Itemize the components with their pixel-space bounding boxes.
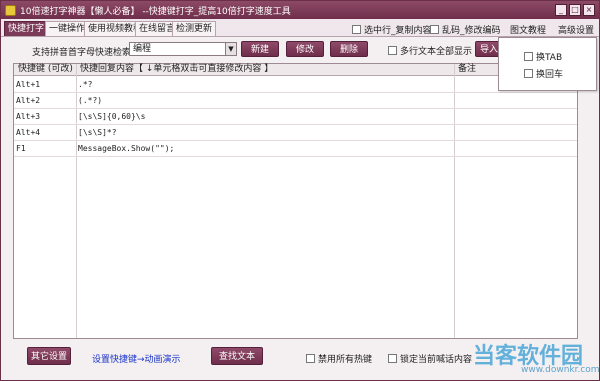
category-select[interactable]: 编程 ▼ bbox=[129, 42, 237, 56]
hotkey-cell[interactable]: Alt+2 bbox=[16, 93, 40, 109]
hotkey-cell[interactable]: Alt+3 bbox=[16, 109, 40, 125]
tab-bar: 快捷打字 一键操作 使用视频教程 在线留言 检测更新 选中行_复制内容 乱码_修… bbox=[1, 19, 599, 37]
header-hotkey: 快捷键 (可改) bbox=[18, 64, 73, 74]
table-row[interactable]: Alt+2 (.*?) bbox=[14, 93, 577, 109]
hotkey-cell[interactable]: Alt+1 bbox=[16, 77, 40, 93]
table-header: 快捷键 (可改) 快捷回复内容【 ↓单元格双击可直接修改内容 】 备注 bbox=[14, 64, 577, 76]
minimize-button[interactable]: _ bbox=[555, 4, 567, 16]
checkbox[interactable] bbox=[306, 354, 315, 363]
garble-option[interactable]: 乱码_修改编码 bbox=[430, 23, 501, 36]
tab-one-click[interactable]: 一键操作 bbox=[45, 21, 90, 36]
app-window: 10倍速打字神器【懒人必备】 --快捷键打字_提高10倍打字速度工具 _ □ ×… bbox=[0, 0, 600, 381]
watermark-url: www.downkr.com bbox=[521, 365, 600, 375]
find-text-button[interactable]: 查找文本 bbox=[211, 347, 263, 365]
search-label: 支持拼音首字母快速检索→ bbox=[32, 48, 139, 58]
switch-tab-option[interactable]: 换TAB bbox=[524, 50, 562, 63]
checkbox[interactable] bbox=[524, 52, 533, 61]
switch-enter-option[interactable]: 换回车 bbox=[524, 67, 563, 80]
content-cell[interactable]: (.*?) bbox=[78, 93, 102, 109]
table-row[interactable]: Alt+4 [\s\S]*? bbox=[14, 125, 577, 141]
chevron-down-icon[interactable]: ▼ bbox=[225, 43, 236, 55]
new-button[interactable]: 新建 bbox=[241, 41, 279, 57]
checkbox[interactable] bbox=[524, 69, 533, 78]
app-logo-icon bbox=[5, 4, 16, 16]
multiline-option[interactable]: 多行文本全部显示 bbox=[388, 44, 472, 57]
table-row[interactable]: F1 MessageBox.Show(""); bbox=[14, 141, 577, 157]
tutorial-link[interactable]: 图文教程 bbox=[510, 23, 546, 36]
window-title: 10倍速打字神器【懒人必备】 --快捷键打字_提高10倍打字速度工具 bbox=[20, 6, 291, 17]
checkbox[interactable] bbox=[388, 46, 397, 55]
content-cell[interactable]: [\s\S]*? bbox=[78, 125, 117, 141]
title-bar: 10倍速打字神器【懒人必备】 --快捷键打字_提高10倍打字速度工具 _ □ × bbox=[1, 1, 599, 19]
tab-check-update[interactable]: 检测更新 bbox=[172, 21, 217, 36]
checkbox[interactable] bbox=[430, 25, 439, 34]
window-controls: _ □ × bbox=[555, 4, 595, 16]
tab-quick-typing[interactable]: 快捷打字 bbox=[4, 21, 49, 36]
hotkey-cell[interactable]: F1 bbox=[16, 141, 26, 157]
edit-button[interactable]: 修改 bbox=[286, 41, 324, 57]
table-row[interactable]: Alt+1 .*? bbox=[14, 77, 577, 93]
header-content: 快捷回复内容【 ↓单元格双击可直接修改内容 】 bbox=[80, 64, 274, 74]
advanced-settings-link[interactable]: 高级设置 bbox=[558, 23, 594, 36]
header-note: 备注 bbox=[458, 64, 477, 74]
table-row[interactable]: Alt+3 [\s\S]{0,60}\s bbox=[14, 109, 577, 125]
lock-content-option[interactable]: 锁定当前喊话内容 bbox=[388, 352, 472, 365]
checkbox[interactable] bbox=[352, 25, 361, 34]
checkbox[interactable] bbox=[388, 354, 397, 363]
content-cell[interactable]: .*? bbox=[78, 77, 92, 93]
content-cell[interactable]: [\s\S]{0,60}\s bbox=[78, 109, 145, 125]
close-button[interactable]: × bbox=[583, 4, 595, 16]
advanced-settings-popup: 换TAB 换回车 bbox=[498, 37, 597, 91]
other-settings-button[interactable]: 其它设置 bbox=[27, 347, 71, 365]
disable-hotkeys-option[interactable]: 禁用所有热键 bbox=[306, 352, 372, 365]
delete-button[interactable]: 删除 bbox=[330, 41, 368, 57]
content-cell[interactable]: MessageBox.Show(""); bbox=[78, 141, 174, 157]
maximize-button[interactable]: □ bbox=[569, 4, 581, 16]
copy-line-option[interactable]: 选中行_复制内容 bbox=[352, 23, 432, 36]
hotkey-cell[interactable]: Alt+4 bbox=[16, 125, 40, 141]
hotkey-demo-link[interactable]: 设置快捷键→动画演示 bbox=[92, 352, 181, 365]
shortcut-table: 快捷键 (可改) 快捷回复内容【 ↓单元格双击可直接修改内容 】 备注 Alt+… bbox=[13, 63, 578, 339]
